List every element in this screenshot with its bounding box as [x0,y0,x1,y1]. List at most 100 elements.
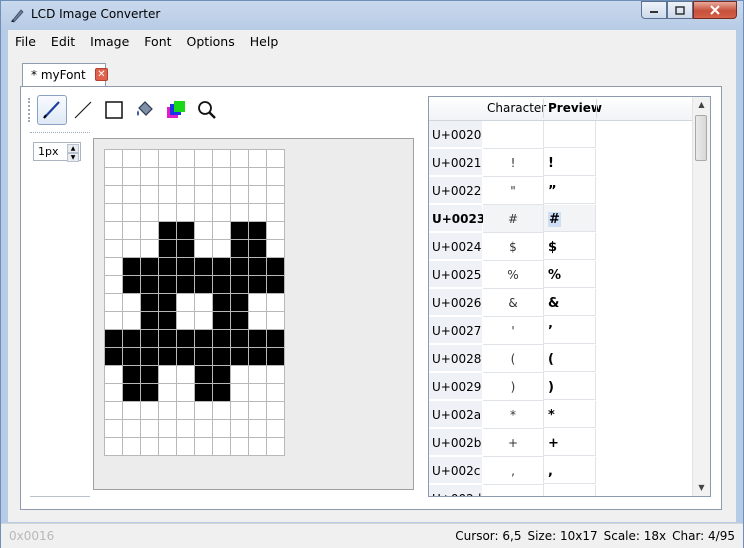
glyph-pixel[interactable] [177,348,195,366]
glyph-pixel[interactable] [213,420,231,438]
menu-options[interactable]: Options [180,34,243,49]
glyph-pixel[interactable] [249,366,267,384]
glyph-pixel[interactable] [105,330,123,348]
glyph-pixel[interactable] [213,240,231,258]
glyph-pixel[interactable] [105,222,123,240]
glyph-pixel[interactable] [123,384,141,402]
row-character[interactable]: # [483,205,544,233]
glyph-pixel[interactable] [213,294,231,312]
glyph-pixel[interactable] [249,438,267,456]
row-code[interactable]: U+0022 [429,177,482,204]
glyph-pixel[interactable] [231,348,249,366]
row-character[interactable]: ) [483,373,544,401]
glyph-pixel[interactable] [159,222,177,240]
glyph-pixel[interactable] [213,186,231,204]
spin-up-icon[interactable]: ▲ [67,144,79,153]
glyph-pixel[interactable] [249,276,267,294]
row-code[interactable]: U+002d [429,485,482,496]
glyph-pixel[interactable] [159,276,177,294]
table-row[interactable]: U+0027 ' ’ [429,317,694,345]
row-code[interactable]: U+002a [429,401,482,428]
glyph-pixel[interactable] [141,294,159,312]
row-preview[interactable]: # [544,205,596,232]
table-row[interactable]: U+0026 & & [429,289,694,317]
glyph-pixel[interactable] [123,150,141,168]
glyph-pixel[interactable] [231,222,249,240]
glyph-pixel[interactable] [267,402,285,420]
glyph-pixel[interactable] [231,312,249,330]
table-row[interactable]: U+0024 $ $ [429,233,694,261]
rect-tool-button[interactable] [99,95,129,125]
glyph-pixel[interactable] [177,420,195,438]
glyph-pixel[interactable] [231,294,249,312]
toolbar-grip-icon[interactable] [28,98,33,122]
glyph-pixel[interactable] [195,258,213,276]
glyph-pixel[interactable] [141,222,159,240]
glyph-pixel[interactable] [195,438,213,456]
glyph-pixel[interactable] [195,420,213,438]
table-vertical-scrollbar[interactable]: ▲ ▼ [692,97,710,496]
table-row[interactable]: U+0025%% [429,261,694,289]
glyph-pixel[interactable] [159,258,177,276]
glyph-pixel[interactable] [141,240,159,258]
glyph-pixel[interactable] [123,222,141,240]
glyph-pixel[interactable] [249,186,267,204]
glyph-pixel[interactable] [177,312,195,330]
glyph-pixel[interactable] [231,258,249,276]
glyph-pixel[interactable] [159,384,177,402]
glyph-pixel[interactable] [159,168,177,186]
glyph-pixel[interactable] [249,402,267,420]
glyph-pixel[interactable] [159,366,177,384]
glyph-pixel[interactable] [267,294,285,312]
glyph-pixel[interactable] [141,330,159,348]
scroll-down-icon[interactable]: ▼ [693,480,710,496]
glyph-pixel[interactable] [231,438,249,456]
pen-width-spinbox[interactable]: 1px ▲ ▼ [33,142,81,162]
row-code[interactable]: U+0027 [429,317,482,344]
glyph-pixel[interactable] [123,366,141,384]
row-character[interactable]: % [483,261,544,289]
column-header-character[interactable]: Character [487,101,546,115]
glyph-pixel[interactable] [267,276,285,294]
glyph-pixel[interactable] [123,186,141,204]
glyph-pixel[interactable] [123,168,141,186]
menu-edit[interactable]: Edit [44,34,83,49]
glyph-pixel[interactable] [267,348,285,366]
row-character[interactable]: " [483,177,544,205]
glyph-pixel[interactable] [231,402,249,420]
glyph-pixel[interactable] [267,150,285,168]
glyph-pixel[interactable] [105,294,123,312]
glyph-pixel[interactable] [141,186,159,204]
row-character[interactable] [483,121,544,149]
glyph-pixel[interactable] [249,258,267,276]
glyph-pixel[interactable] [195,150,213,168]
glyph-pixel[interactable] [195,222,213,240]
glyph-pixel[interactable] [231,330,249,348]
glyph-pixel-grid[interactable] [104,149,285,456]
glyph-pixel[interactable] [105,150,123,168]
glyph-pixel[interactable] [159,420,177,438]
glyph-pixel[interactable] [267,420,285,438]
glyph-pixel[interactable] [159,150,177,168]
row-code[interactable]: U+002c [429,457,482,484]
glyph-pixel[interactable] [141,276,159,294]
glyph-pixel[interactable] [159,438,177,456]
row-code[interactable]: U+0029 [429,373,482,400]
glyph-pixel[interactable] [231,204,249,222]
glyph-pixel[interactable] [231,276,249,294]
glyph-pixel[interactable] [141,168,159,186]
glyph-pixel[interactable] [231,186,249,204]
row-preview[interactable]: + [544,429,596,456]
glyph-pixel[interactable] [105,420,123,438]
glyph-pixel[interactable] [213,312,231,330]
glyph-pixel[interactable] [195,402,213,420]
glyph-pixel[interactable] [267,384,285,402]
glyph-pixel[interactable] [213,384,231,402]
glyph-pixel[interactable] [249,312,267,330]
column-header-preview[interactable]: Preview [548,101,602,115]
glyph-pixel[interactable] [249,384,267,402]
glyph-pixel[interactable] [141,420,159,438]
glyph-pixel[interactable] [195,204,213,222]
glyph-pixel[interactable] [141,384,159,402]
glyph-pixel[interactable] [177,240,195,258]
